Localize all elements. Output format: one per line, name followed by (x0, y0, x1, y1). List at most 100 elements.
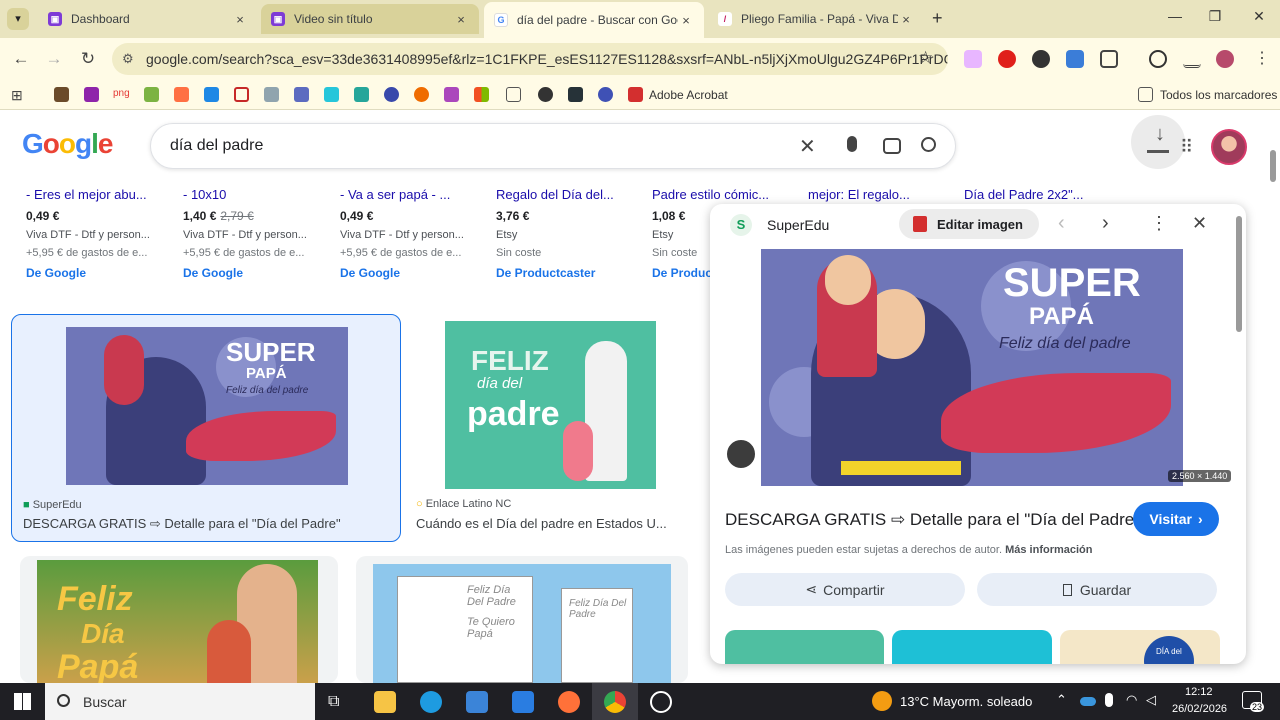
task-view-icon[interactable]: ⧉ (328, 693, 339, 711)
bookmark-icon[interactable] (538, 87, 553, 102)
all-bookmarks[interactable]: Todos los marcadores (1160, 88, 1277, 102)
windows-bookmark-icon[interactable] (474, 87, 489, 102)
mail-icon[interactable] (512, 691, 534, 713)
google-apps-icon[interactable]: ⠿ (1180, 137, 1193, 158)
bookmark-icon[interactable] (264, 87, 279, 102)
file-explorer-icon[interactable] (374, 691, 396, 713)
forward-icon[interactable]: → (43, 48, 65, 70)
close-tab-icon[interactable]: × (453, 12, 469, 27)
bookmark-icon[interactable] (84, 87, 99, 102)
google-logo[interactable]: Google (22, 128, 113, 160)
lens-search-button[interactable] (725, 438, 757, 470)
image-result-coloring-card[interactable]: Feliz Día Del Padre Te Quiero Papá Feliz… (356, 556, 688, 683)
clear-icon[interactable]: ✕ (799, 134, 816, 159)
back-icon[interactable]: ← (10, 48, 32, 70)
close-tab-icon[interactable]: × (678, 13, 694, 28)
bookmark-icon[interactable] (598, 87, 613, 102)
clock-date[interactable]: 26/02/2026 (1172, 703, 1227, 715)
related-image[interactable]: DÍA del (1060, 630, 1220, 664)
wifi-icon[interactable]: ◠ (1126, 692, 1137, 708)
shopping-card[interactable]: Regalo del Día del... 3,76 € Etsy Sin coste… (488, 182, 638, 294)
related-image[interactable] (892, 630, 1052, 664)
adobe-icon[interactable] (628, 87, 643, 102)
reload-icon[interactable]: ↻ (77, 48, 99, 70)
download-button[interactable]: ↓ (1131, 115, 1185, 169)
result-title[interactable]: Cuándo es el Día del padre en Estados U.… (416, 516, 686, 531)
panel-title[interactable]: DESCARGA GRATIS ⇨ Detalle para el "Día d… (725, 510, 1140, 530)
taskbar-search[interactable]: Buscar (45, 683, 315, 720)
microphone-icon[interactable] (847, 136, 857, 152)
store-icon[interactable] (466, 691, 488, 713)
download-icon[interactable] (1149, 50, 1167, 68)
save-button[interactable]: Guardar (977, 573, 1217, 606)
visit-button[interactable]: Visitar › (1133, 502, 1219, 536)
minimize-icon[interactable]: — (1160, 8, 1190, 24)
edit-image-button[interactable]: Editar imagen (899, 209, 1039, 239)
share-button[interactable]: ⋖ Compartir (725, 573, 965, 606)
tab-dashboard[interactable]: ▣ Dashboard × (38, 4, 258, 34)
search-icon[interactable] (921, 137, 936, 152)
chrome-taskbar-item[interactable] (592, 683, 638, 720)
account-avatar[interactable] (1211, 129, 1247, 165)
bookmark-adobe-acrobat[interactable]: Adobe Acrobat (649, 88, 728, 102)
close-tab-icon[interactable]: × (232, 12, 248, 27)
tab-pliego-familia[interactable]: / Pliego Familia - Papá - Viva DTF × (708, 4, 924, 34)
bookmark-icon[interactable] (204, 87, 219, 102)
profile-avatar[interactable] (1216, 50, 1234, 68)
close-tab-icon[interactable]: × (898, 12, 914, 27)
onedrive-icon[interactable] (1080, 697, 1096, 706)
next-image-icon[interactable]: › (1102, 212, 1109, 235)
bookmark-icon[interactable] (144, 87, 159, 102)
edge-icon[interactable] (420, 691, 442, 713)
address-bar[interactable]: ⚙ google.com/search?sca_esv=33de36314089… (112, 43, 948, 75)
tab-google-search[interactable]: G día del padre - Buscar con Google × (484, 2, 704, 38)
image-result-feliz-dia-papa[interactable]: Feliz Día Papá (20, 556, 338, 683)
bookmark-icon[interactable] (444, 87, 459, 102)
bookmark-icon[interactable] (354, 87, 369, 102)
shopping-card[interactable]: - Eres el mejor abu... 0,49 € Viva DTF - D… (18, 182, 168, 294)
bookmark-icon[interactable] (414, 87, 429, 102)
chevron-up-icon[interactable]: ⌃ (1056, 692, 1067, 708)
extension-arrow-icon[interactable] (964, 50, 982, 68)
site-info-icon[interactable]: ⚙ (122, 51, 134, 67)
bookmark-star-icon[interactable]: ☆ (918, 48, 933, 68)
lens-icon[interactable] (883, 138, 901, 154)
preview-image[interactable]: SUPER PAPÁ Feliz día del padre (761, 249, 1183, 486)
volume-icon[interactable]: ◁ (1146, 692, 1156, 708)
bookmark-icon[interactable] (174, 87, 189, 102)
menu-icon[interactable]: ⋮ (1254, 48, 1270, 68)
related-image[interactable] (725, 630, 884, 664)
new-tab-button[interactable]: + (932, 8, 943, 29)
opera-icon[interactable] (998, 50, 1016, 68)
tab-search-button[interactable]: ▾ (7, 8, 29, 30)
folder-icon[interactable] (1138, 87, 1153, 102)
close-window-icon[interactable]: ✕ (1244, 8, 1274, 25)
bookmark-icon[interactable] (568, 87, 583, 102)
weather-text[interactable]: 13°C Mayorm. soleado (900, 694, 1032, 709)
close-panel-icon[interactable]: ✕ (1192, 213, 1207, 234)
ublock-icon[interactable] (1032, 50, 1050, 68)
shopping-card[interactable]: - 10x10 1,40 €2,79 € Viva DTF - Dtf y pers… (175, 182, 325, 294)
apps-icon[interactable]: ⊞ (11, 87, 23, 104)
page-scrollbar[interactable] (1270, 150, 1276, 182)
panel-scrollbar[interactable] (1236, 216, 1242, 332)
clock-time[interactable]: 12:12 (1185, 686, 1213, 698)
media-list-icon[interactable] (1183, 50, 1201, 68)
prev-image-icon[interactable]: ‹ (1058, 212, 1065, 235)
result-title[interactable]: DESCARGA GRATIS ⇨ Detalle para el "Día d… (23, 516, 393, 532)
search-box[interactable]: día del padre ✕ (150, 123, 956, 169)
more-info-link[interactable]: Más información (1005, 544, 1092, 556)
screencast-ext-icon[interactable] (1066, 50, 1084, 68)
bookmark-png[interactable]: png (113, 88, 130, 99)
restore-icon[interactable]: ❐ (1200, 8, 1230, 25)
puzzle-icon[interactable] (1100, 50, 1118, 68)
bookmark-icon[interactable] (324, 87, 339, 102)
microphone-icon[interactable] (1105, 693, 1113, 707)
image-result-super-papa[interactable]: SUPER PAPÁ Feliz día del padre ■ SuperEd… (11, 314, 401, 542)
shopping-card[interactable]: - Va a ser papá - ... 0,49 € Viva DTF - Dt… (332, 182, 482, 294)
bookmark-icon[interactable] (54, 87, 69, 102)
firefox-icon[interactable] (558, 691, 580, 713)
image-result-feliz-dia-padre[interactable]: FELIZ día del padre ○ Enlace Latino NC C… (412, 318, 692, 540)
folder-icon[interactable] (506, 87, 521, 102)
bookmark-icon[interactable] (294, 87, 309, 102)
